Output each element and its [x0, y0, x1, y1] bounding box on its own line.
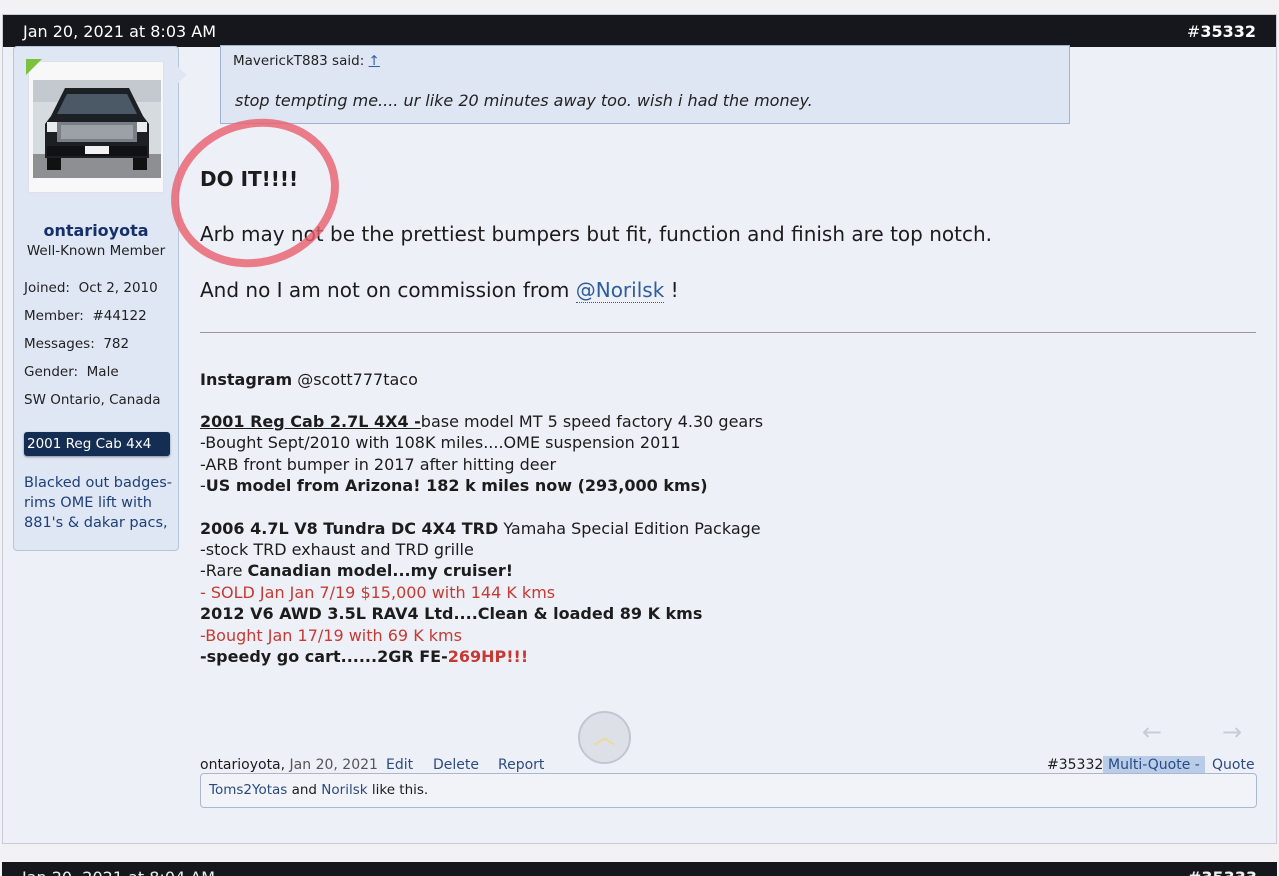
- user-location: SW Ontario, Canada: [24, 392, 161, 408]
- avatar-truck-image: [33, 80, 161, 178]
- prev-arrow-icon[interactable]: ←: [1142, 718, 1162, 746]
- user-title: Well-Known Member: [26, 243, 166, 259]
- sig-truck1-line2: -Bought Sept/2010 with 108K miles....OME…: [200, 433, 681, 452]
- message-line-3: And no I am not on commission from @Nori…: [200, 278, 679, 303]
- user-info-panel: ontarioyota Well-Known Member Joined: Oc…: [13, 46, 187, 551]
- sig-truck1-line3: -ARB front bumper in 2017 after hitting …: [200, 455, 557, 474]
- edit-link[interactable]: Edit: [386, 757, 413, 773]
- sig-truck2-sold: - SOLD Jan Jan 7/19 $15,000 with 144 K k…: [200, 583, 556, 602]
- footer-post-number[interactable]: #35332: [1047, 757, 1103, 773]
- post-number[interactable]: #35332: [1187, 22, 1256, 41]
- quote-button[interactable]: Quote: [1212, 757, 1255, 773]
- user-banner: 2001 Reg Cab 4x4: [24, 432, 170, 456]
- jump-to-quote-icon[interactable]: ↑: [369, 53, 380, 69]
- user-custom-text: Blacked out badges-rims OME lift with 88…: [24, 475, 173, 531]
- sig-car3-title: 2012 V6 AWD 3.5L RAV4 Ltd....Clean & loa…: [200, 604, 703, 623]
- post-footer-meta: ontarioyota, Jan 20, 2021: [200, 757, 378, 773]
- footer-date[interactable]: Jan 20, 2021: [290, 757, 378, 773]
- sig-truck1-line4: -US model from Arizona! 182 k miles now …: [200, 476, 708, 495]
- panel-pointer: [178, 67, 187, 83]
- sig-car3-bought: -Bought Jan 17/19 with 69 K kms: [200, 626, 462, 645]
- stat-joined: Joined: Oct 2, 2010: [24, 280, 158, 296]
- sig-truck2-line3: -Rare Canadian model...my cruiser!: [200, 561, 514, 580]
- like-user-1[interactable]: Toms2Yotas: [209, 782, 287, 798]
- sig-instagram: Instagram @scott777taco: [200, 370, 418, 389]
- quote-text: stop tempting me.... ur like 20 minutes …: [235, 91, 813, 110]
- next-post-number[interactable]: #35333: [1188, 868, 1257, 876]
- quote-block: MaverickT883 said: ← ↑ stop tempting me.…: [220, 45, 1070, 124]
- online-indicator: [26, 59, 42, 75]
- stat-gender: Gender: Male: [24, 364, 119, 380]
- sig-truck2-line2: -stock TRD exhaust and TRD grille: [200, 540, 474, 559]
- quote-author: MaverickT883 said:: [233, 53, 365, 69]
- post-date[interactable]: Jan 20, 2021 at 8:03 AM: [23, 22, 216, 41]
- sig-car3-line3: -speedy go cart......2GR FE-269HP!!!: [200, 647, 529, 666]
- stat-member: Member: #44122: [24, 308, 147, 324]
- sig-truck1-title: 2001 Reg Cab 2.7L 4X4 -base model MT 5 s…: [200, 412, 764, 431]
- multi-quote-button[interactable]: Multi-Quote -: [1103, 756, 1205, 774]
- avatar[interactable]: [28, 61, 164, 193]
- username[interactable]: ontarioyota: [14, 221, 178, 240]
- post-header: Jan 20, 2021 at 8:03 AM #35332: [3, 15, 1276, 47]
- delete-link[interactable]: Delete: [433, 757, 479, 773]
- mention-link[interactable]: @Norilsk: [575, 278, 665, 303]
- footer-author[interactable]: ontarioyota: [200, 757, 281, 773]
- stat-messages: Messages: 782: [24, 336, 130, 352]
- next-arrow-icon[interactable]: →: [1222, 718, 1242, 746]
- scroll-to-top-button[interactable]: ︿: [578, 711, 631, 764]
- sig-truck2-title: 2006 4.7L V8 Tundra DC 4X4 TRD Yamaha Sp…: [200, 519, 761, 538]
- report-link[interactable]: Report: [498, 757, 544, 773]
- like-user-2[interactable]: Norilsk: [321, 782, 367, 798]
- next-post-date[interactable]: Jan 20, 2021 at 8:04 AM: [22, 868, 215, 876]
- quote-header: MaverickT883 said: ← ↑: [233, 53, 380, 69]
- next-post-header: Jan 20, 2021 at 8:04 AM #35333: [2, 862, 1277, 876]
- chevron-up-icon: ︿: [593, 725, 616, 750]
- signature-divider: [200, 332, 1256, 333]
- likes-bar: Toms2Yotas and Norilsk like this.: [200, 773, 1257, 808]
